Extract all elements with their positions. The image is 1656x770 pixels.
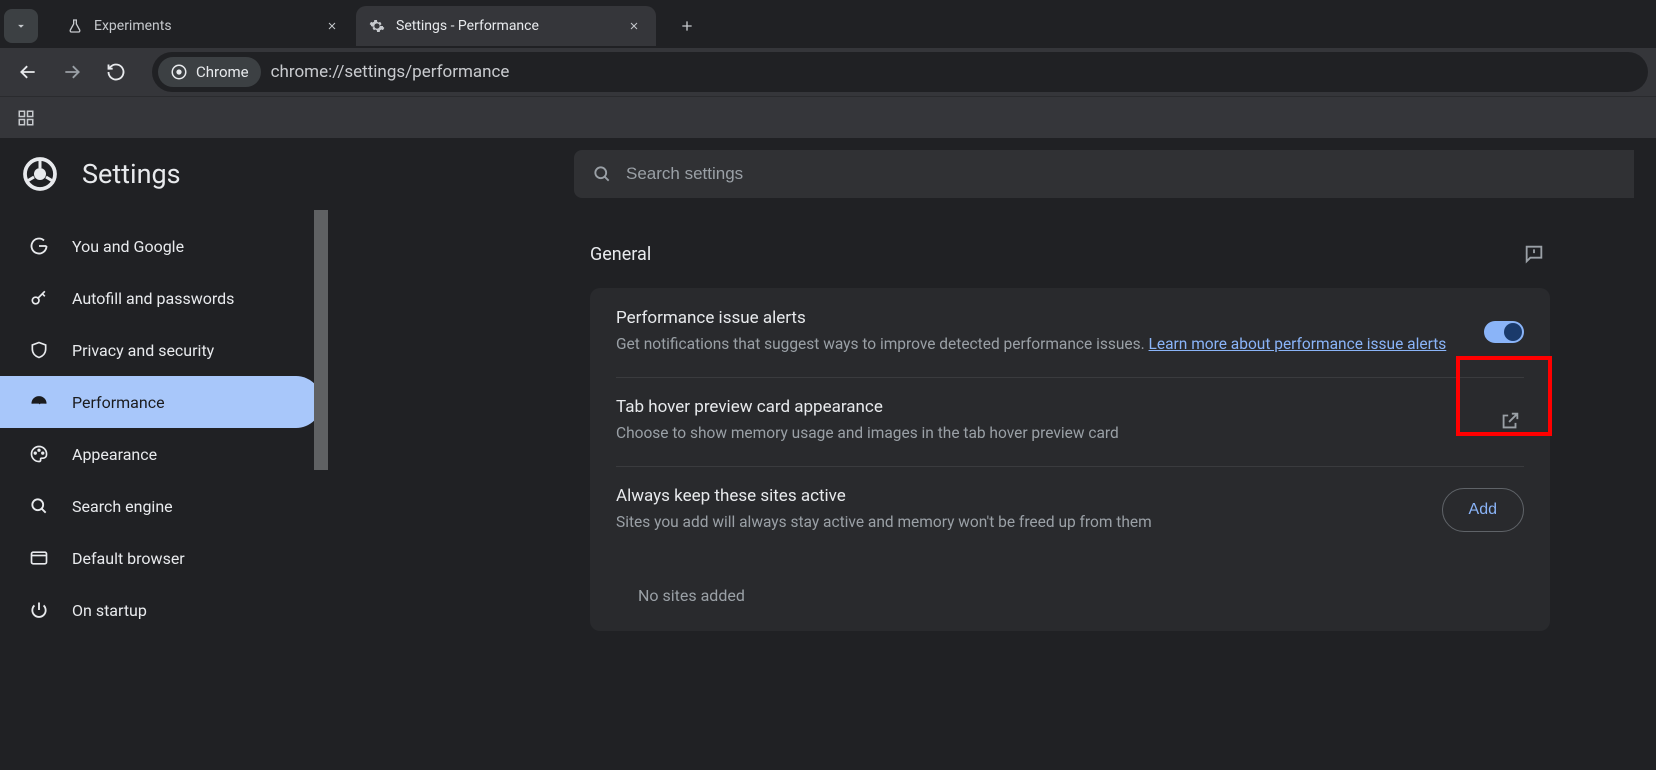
nav-label: Performance (72, 393, 165, 412)
omnibox[interactable]: Chrome chrome://settings/performance (152, 52, 1648, 92)
chrome-icon (170, 63, 188, 81)
nav-label: Autofill and passwords (72, 289, 234, 308)
tab-title: Experiments (94, 18, 312, 34)
site-chip[interactable]: Chrome (158, 57, 261, 87)
learn-more-link[interactable]: Learn more about performance issue alert… (1149, 335, 1447, 353)
general-card: Performance issue alerts Get notificatio… (590, 288, 1550, 631)
window-icon (28, 547, 50, 569)
row-subtitle: Sites you add will always stay active an… (616, 510, 1422, 535)
close-icon[interactable] (624, 16, 644, 36)
reload-button[interactable] (96, 52, 136, 92)
performance-alerts-toggle[interactable] (1484, 321, 1524, 343)
key-icon (28, 287, 50, 309)
toggle-knob (1504, 323, 1522, 341)
close-icon[interactable] (322, 16, 342, 36)
empty-sites-label: No sites added (616, 574, 745, 611)
row-performance-alerts: Performance issue alerts Get notificatio… (590, 288, 1550, 377)
nav-label: Default browser (72, 549, 185, 568)
sidebar-item-on-startup[interactable]: On startup (0, 584, 322, 636)
feedback-button[interactable] (1518, 238, 1550, 270)
apps-button[interactable] (10, 102, 42, 134)
speedometer-icon (28, 391, 50, 413)
row-subtitle: Get notifications that suggest ways to i… (616, 332, 1464, 357)
forward-button[interactable] (52, 52, 92, 92)
page-title: Settings (82, 158, 181, 190)
settings-header: Settings (0, 138, 1656, 210)
chip-label: Chrome (196, 63, 249, 81)
settings-app: Settings You and Google Autofill and pas… (0, 138, 1656, 770)
row-title: Performance issue alerts (616, 308, 1464, 328)
search-icon (592, 164, 612, 184)
nav-label: Appearance (72, 445, 157, 464)
nav-label: Search engine (72, 497, 173, 516)
sidebar-item-privacy[interactable]: Privacy and security (0, 324, 322, 376)
new-tab-button[interactable] (670, 9, 704, 43)
flask-icon (66, 17, 84, 35)
row-tab-hover-preview[interactable]: Tab hover preview card appearance Choose… (590, 377, 1550, 466)
chrome-logo-icon (22, 156, 58, 192)
row-title: Always keep these sites active (616, 486, 1422, 506)
tab-title: Settings - Performance (396, 18, 614, 34)
main-content: General Performance issue alerts Get not… (334, 210, 1656, 770)
nav-label: You and Google (72, 237, 184, 256)
row-title: Tab hover preview card appearance (616, 397, 1476, 417)
settings-search-input[interactable] (626, 164, 1616, 184)
shield-icon (28, 339, 50, 361)
tab-settings-performance[interactable]: Settings - Performance (356, 6, 656, 46)
sidebar-item-search-engine[interactable]: Search engine (0, 480, 322, 532)
scrollbar-thumb[interactable] (314, 210, 328, 470)
row-always-active: Always keep these sites active Sites you… (590, 466, 1550, 632)
browser-chrome: Experiments Settings - Performance (0, 0, 1656, 138)
sidebar-item-appearance[interactable]: Appearance (0, 428, 322, 480)
g-icon (28, 235, 50, 257)
url-text: chrome://settings/performance (271, 62, 510, 82)
sidebar-item-performance[interactable]: Performance (0, 376, 322, 428)
search-icon (28, 495, 50, 517)
nav-label: On startup (72, 601, 147, 620)
external-link-icon (1496, 407, 1524, 435)
nav-label: Privacy and security (72, 341, 214, 360)
toolbar: Chrome chrome://settings/performance (0, 48, 1656, 96)
palette-icon (28, 443, 50, 465)
power-icon (28, 599, 50, 621)
back-button[interactable] (8, 52, 48, 92)
row-subtitle: Choose to show memory usage and images i… (616, 421, 1476, 446)
tab-experiments[interactable]: Experiments (54, 6, 354, 46)
tab-strip: Experiments Settings - Performance (0, 0, 1656, 48)
sidebar-item-default-browser[interactable]: Default browser (0, 532, 322, 584)
sidebar: You and Google Autofill and passwords Pr… (0, 210, 334, 770)
sidebar-item-autofill[interactable]: Autofill and passwords (0, 272, 322, 324)
section-title: General (590, 244, 651, 265)
bookmarks-bar (0, 96, 1656, 138)
settings-search[interactable] (574, 150, 1634, 198)
gear-icon (368, 17, 386, 35)
add-site-button[interactable]: Add (1442, 488, 1524, 532)
sidebar-scrollbar[interactable] (316, 210, 330, 770)
tab-search-button[interactable] (4, 9, 38, 43)
sidebar-item-you-and-google[interactable]: You and Google (0, 220, 322, 272)
